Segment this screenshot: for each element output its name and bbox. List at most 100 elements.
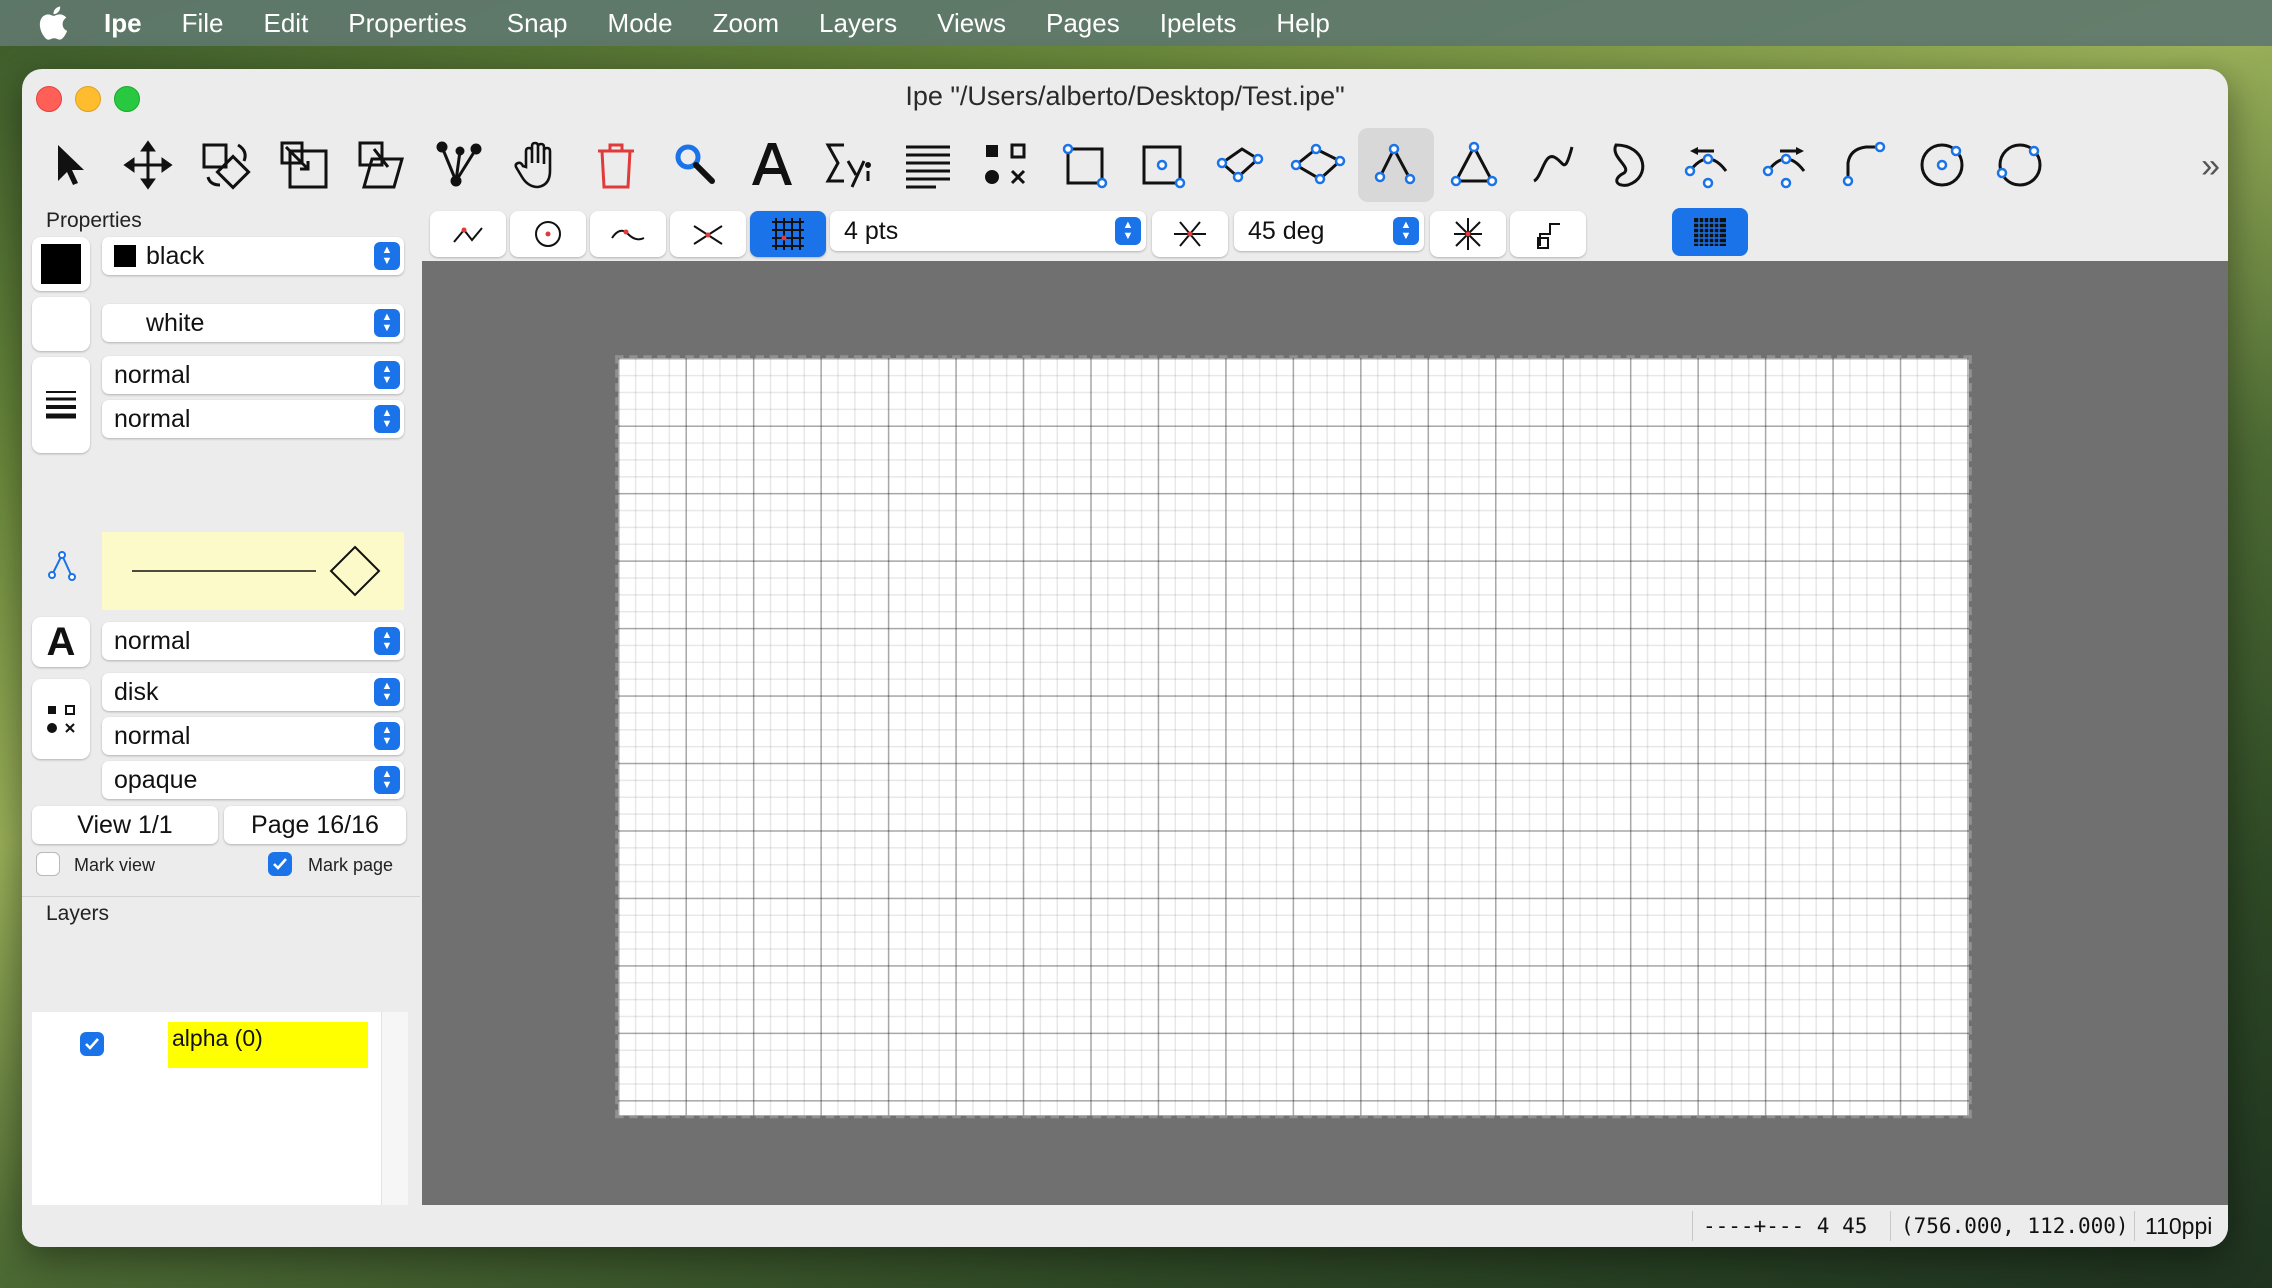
select-tool-button[interactable]: [32, 128, 108, 202]
ipe-window: Ipe "/Users/alberto/Desktop/Test.ipe" » …: [22, 69, 2228, 1247]
opacity-select[interactable]: opaque ▲ ▼: [102, 761, 404, 799]
menu-help[interactable]: Help: [1276, 8, 1329, 39]
marks-tool-button[interactable]: [968, 128, 1044, 202]
text-size-select[interactable]: normal ▲ ▼: [102, 622, 404, 660]
arrow-preview-graphic: [132, 545, 381, 597]
arc-tool-button[interactable]: [1826, 128, 1902, 202]
text-size-value: normal: [114, 626, 191, 655]
select-arrow-icon: [58, 145, 84, 185]
view-button[interactable]: View 1/1: [32, 806, 218, 844]
snap-vertex-button[interactable]: [430, 211, 506, 257]
stroke-color-button[interactable]: [32, 237, 90, 291]
menu-snap[interactable]: Snap: [507, 8, 568, 39]
grid-visible-button[interactable]: [1672, 208, 1748, 256]
chevron-updown-icon: ▲ ▼: [374, 678, 400, 706]
snap-angular-button[interactable]: [1152, 211, 1228, 257]
paragraph-icon: [906, 145, 950, 189]
zoom-tool-button[interactable]: [656, 128, 732, 202]
menu-pages[interactable]: Pages: [1046, 8, 1120, 39]
rotate-tool-button[interactable]: [188, 128, 264, 202]
snap-auto-angular-icon: [1454, 218, 1482, 250]
menu-layers[interactable]: Layers: [819, 8, 897, 39]
grid-size-select[interactable]: 4 pts ▲ ▼: [830, 211, 1146, 251]
arc-right-tool-button[interactable]: [1748, 128, 1824, 202]
rectangle-tool-button[interactable]: [1046, 128, 1122, 202]
triangle-tool-button[interactable]: [1436, 128, 1512, 202]
mark-style-button[interactable]: [32, 679, 90, 759]
properties-panel: Properties black ▲ ▼ white ▲ ▼ normal ▲ ▼ n…: [22, 207, 420, 1247]
page-button[interactable]: Page 16/16: [224, 806, 406, 844]
line-width-icon: [46, 391, 76, 419]
pen-width-select[interactable]: normal ▲ ▼: [102, 356, 404, 394]
delete-button[interactable]: [578, 128, 654, 202]
translate-tool-button[interactable]: [110, 128, 186, 202]
marks-icon: [985, 143, 1026, 185]
mark-page-label: Mark page: [308, 855, 394, 875]
angle-value: 45 deg: [1248, 216, 1325, 245]
fill-color-select[interactable]: white ▲ ▼: [102, 304, 404, 342]
paragraph-tool-button[interactable]: [890, 128, 966, 202]
graph-tool-button[interactable]: [422, 128, 498, 202]
stroke-color-select[interactable]: black ▲ ▼: [102, 237, 404, 275]
page-grid[interactable]: [615, 355, 1972, 1119]
macos-menu-bar: Ipe File Edit Properties Snap Mode Zoom …: [0, 0, 2272, 46]
menu-ipe[interactable]: Ipe: [104, 8, 142, 39]
polyline-tool-button[interactable]: [1358, 128, 1434, 202]
spline-tool-button[interactable]: [1514, 128, 1590, 202]
polygon-tool-button[interactable]: [1280, 128, 1356, 202]
math-text-tool-button[interactable]: [812, 128, 888, 202]
dash-style-select[interactable]: normal ▲ ▼: [102, 400, 404, 438]
text-tool-button[interactable]: [734, 128, 810, 202]
title-bar[interactable]: Ipe "/Users/alberto/Desktop/Test.ipe": [22, 69, 2228, 127]
text-size-button[interactable]: A: [32, 617, 90, 667]
layer-visible-checkbox[interactable]: [80, 1032, 104, 1056]
stretch-tool-button[interactable]: [266, 128, 342, 202]
box-tool-button[interactable]: [1124, 128, 1200, 202]
closed-spline-tool-button[interactable]: [1592, 128, 1668, 202]
menu-ipelets[interactable]: Ipelets: [1160, 8, 1237, 39]
toolbar-overflow-icon[interactable]: »: [2201, 147, 2220, 186]
polyline-mode-indicator[interactable]: [44, 547, 80, 583]
polygon-icon: [1290, 143, 1346, 185]
fill-color-button[interactable]: [32, 297, 90, 351]
menu-views[interactable]: Views: [937, 8, 1006, 39]
pan-tool-button[interactable]: [500, 128, 576, 202]
pen-dash-button[interactable]: [32, 357, 90, 453]
menu-zoom[interactable]: Zoom: [713, 8, 779, 39]
menu-edit[interactable]: Edit: [263, 8, 308, 39]
pen-width-value: normal: [114, 360, 191, 389]
grid-size-value: 4 pts: [844, 216, 899, 245]
snap-grid-button[interactable]: [750, 211, 826, 257]
spline-icon: [1533, 146, 1574, 183]
chevron-updown-icon: ▲ ▼: [1115, 217, 1141, 245]
mark-view-checkbox[interactable]: [36, 852, 60, 876]
menu-file[interactable]: File: [182, 8, 224, 39]
mark-shape-select[interactable]: disk ▲ ▼: [102, 673, 404, 711]
snap-intersection-button[interactable]: [670, 211, 746, 257]
menu-mode[interactable]: Mode: [608, 8, 673, 39]
fill-color-value: white: [146, 308, 205, 337]
status-bar: ----+--- 4 45 (756.000, 112.000) 110ppi: [22, 1205, 2228, 1247]
shear-tool-button[interactable]: [344, 128, 420, 202]
snap-vertex-icon: [453, 227, 483, 243]
mark-page-checkbox[interactable]: [268, 852, 292, 876]
drawing-canvas[interactable]: [422, 261, 2228, 1205]
menu-properties[interactable]: Properties: [348, 8, 467, 39]
snap-center-button[interactable]: [510, 211, 586, 257]
snap-custom-button[interactable]: [1510, 211, 1586, 257]
arrow-style-preview[interactable]: [102, 532, 404, 610]
mark-size-select[interactable]: normal ▲ ▼: [102, 717, 404, 755]
circle-center-tool-button[interactable]: [1904, 128, 1980, 202]
chevron-updown-icon: ▲ ▼: [374, 766, 400, 794]
circle-3pt-icon: [1996, 143, 2042, 187]
parallelogram-tool-button[interactable]: [1202, 128, 1278, 202]
circle-3pt-tool-button[interactable]: [1982, 128, 2058, 202]
angle-select[interactable]: 45 deg ▲ ▼: [1234, 211, 1424, 251]
arc-left-tool-button[interactable]: [1670, 128, 1746, 202]
arc-right-icon: [1762, 147, 1806, 189]
divider: [22, 896, 420, 897]
snap-boundary-button[interactable]: [590, 211, 666, 257]
snap-auto-angular-button[interactable]: [1430, 211, 1506, 257]
apple-logo-icon[interactable]: [38, 6, 68, 40]
layer-item-alpha[interactable]: alpha (0): [168, 1022, 368, 1068]
